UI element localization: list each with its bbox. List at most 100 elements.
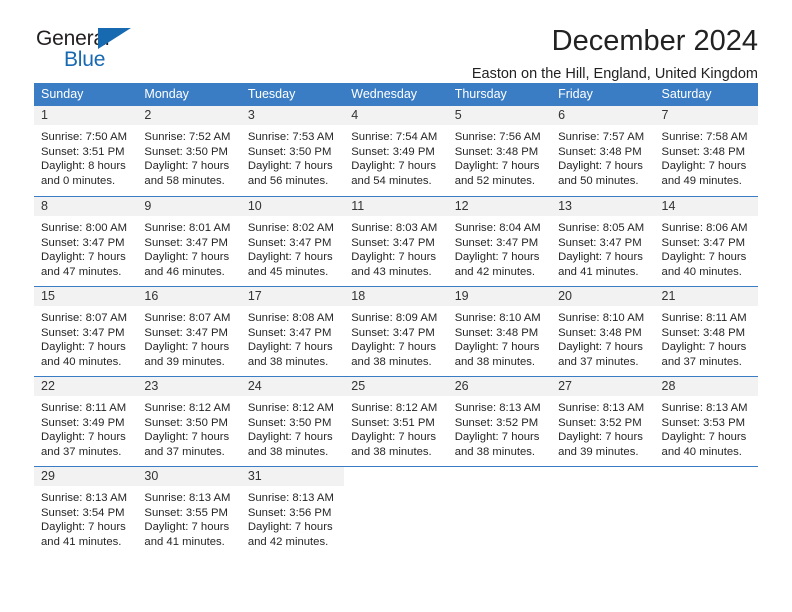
- day-cell[interactable]: 17 Sunrise: 8:08 AM Sunset: 3:47 PM Dayl…: [240, 287, 345, 376]
- sunrise-text: Sunrise: 7:58 AM: [661, 131, 748, 143]
- sunrise-text: Sunrise: 8:02 AM: [247, 222, 334, 234]
- daylight-text-line1: Daylight: 7 hours: [454, 160, 540, 173]
- day-cell[interactable]: 18 Sunrise: 8:09 AM Sunset: 3:47 PM Dayl…: [344, 287, 448, 376]
- sunset-text: Sunset: 3:48 PM: [661, 145, 746, 158]
- location-subtitle: Easton on the Hill, England, United King…: [471, 66, 758, 83]
- day-details: Sunrise: 8:12 AM Sunset: 3:50 PM Dayligh…: [137, 396, 240, 459]
- day-cell[interactable]: 13 Sunrise: 8:05 AM Sunset: 3:47 PM Dayl…: [551, 197, 655, 286]
- day-details: Sunrise: 8:13 AM Sunset: 3:52 PM Dayligh…: [551, 396, 654, 459]
- daylight-text-line1: Daylight: 7 hours: [351, 160, 437, 173]
- day-cell[interactable]: 22 Sunrise: 8:11 AM Sunset: 3:49 PM Dayl…: [34, 377, 138, 466]
- day-cell[interactable]: 23 Sunrise: 8:12 AM Sunset: 3:50 PM Dayl…: [137, 377, 241, 466]
- day-cell[interactable]: 1 Sunrise: 7:50 AM Sunset: 3:51 PM Dayli…: [34, 106, 138, 196]
- day-cell[interactable]: 28 Sunrise: 8:13 AM Sunset: 3:53 PM Dayl…: [654, 377, 758, 466]
- daylight-text-line1: Daylight: 7 hours: [558, 431, 643, 444]
- day-number: [655, 467, 758, 486]
- sunrise-text: Sunrise: 8:10 AM: [558, 312, 645, 324]
- sunrise-text: Sunrise: 8:10 AM: [454, 312, 541, 324]
- day-details: Sunrise: 8:03 AM Sunset: 3:47 PM Dayligh…: [344, 216, 447, 279]
- daylight-text-line2: and 37 minutes.: [144, 445, 225, 458]
- week-row: 15 Sunrise: 8:07 AM Sunset: 3:47 PM Dayl…: [34, 286, 758, 376]
- day-header-tuesday: Tuesday: [247, 87, 296, 101]
- day-cell[interactable]: 8 Sunrise: 8:00 AM Sunset: 3:47 PM Dayli…: [34, 197, 138, 286]
- daylight-text-line2: and 49 minutes.: [661, 174, 742, 187]
- day-number: [551, 467, 654, 486]
- sunset-text: Sunset: 3:55 PM: [144, 506, 228, 519]
- page-header: General Blue December 2024 Easton on the…: [34, 0, 758, 83]
- day-number: 3: [240, 106, 345, 125]
- day-number: 7: [654, 106, 758, 125]
- day-cell[interactable]: 10 Sunrise: 8:02 AM Sunset: 3:47 PM Dayl…: [240, 197, 345, 286]
- day-number: 28: [654, 377, 758, 396]
- daylight-text-line2: and 37 minutes.: [41, 445, 122, 458]
- sunset-text: Sunset: 3:53 PM: [661, 416, 746, 429]
- daylight-text-line1: Daylight: 7 hours: [661, 431, 747, 444]
- day-details: Sunrise: 7:53 AM Sunset: 3:50 PM Dayligh…: [241, 125, 344, 188]
- day-cell[interactable]: 11 Sunrise: 8:03 AM Sunset: 3:47 PM Dayl…: [344, 197, 448, 286]
- day-header-saturday: Saturday: [661, 87, 712, 101]
- day-cell[interactable]: 3 Sunrise: 7:53 AM Sunset: 3:50 PM Dayli…: [240, 106, 345, 196]
- day-cell[interactable]: 7 Sunrise: 7:58 AM Sunset: 3:48 PM Dayli…: [654, 106, 758, 196]
- sunrise-text: Sunrise: 8:11 AM: [41, 402, 127, 414]
- sunset-text: Sunset: 3:48 PM: [558, 326, 642, 339]
- day-cell[interactable]: 9 Sunrise: 8:01 AM Sunset: 3:47 PM Dayli…: [137, 197, 241, 286]
- day-number: 23: [137, 377, 241, 396]
- sunset-text: Sunset: 3:47 PM: [351, 326, 435, 339]
- day-details: Sunrise: 8:07 AM Sunset: 3:47 PM Dayligh…: [34, 306, 137, 369]
- day-cell-empty: [655, 467, 758, 556]
- day-details: Sunrise: 8:13 AM Sunset: 3:55 PM Dayligh…: [137, 486, 240, 549]
- day-cell[interactable]: 29 Sunrise: 8:13 AM Sunset: 3:54 PM Dayl…: [34, 467, 138, 556]
- sunrise-text: Sunrise: 8:13 AM: [247, 492, 334, 504]
- daylight-text-line2: and 38 minutes.: [351, 445, 432, 458]
- daylight-text-line2: and 38 minutes.: [351, 355, 432, 368]
- day-number: 13: [551, 197, 655, 216]
- sunset-text: Sunset: 3:54 PM: [41, 506, 125, 519]
- day-details: Sunrise: 7:56 AM Sunset: 3:48 PM Dayligh…: [448, 125, 551, 188]
- day-cell[interactable]: 5 Sunrise: 7:56 AM Sunset: 3:48 PM Dayli…: [447, 106, 552, 196]
- sunset-text: Sunset: 3:49 PM: [41, 416, 125, 429]
- sunrise-text: Sunrise: 8:13 AM: [41, 492, 128, 504]
- day-cell[interactable]: 19 Sunrise: 8:10 AM Sunset: 3:48 PM Dayl…: [447, 287, 552, 376]
- day-number: 22: [34, 377, 138, 396]
- sunset-text: Sunset: 3:51 PM: [351, 416, 435, 429]
- day-cell[interactable]: 14 Sunrise: 8:06 AM Sunset: 3:47 PM Dayl…: [654, 197, 758, 286]
- day-details: Sunrise: 8:05 AM Sunset: 3:47 PM Dayligh…: [551, 216, 654, 279]
- sunset-text: Sunset: 3:47 PM: [351, 236, 435, 249]
- day-cell[interactable]: 12 Sunrise: 8:04 AM Sunset: 3:47 PM Dayl…: [447, 197, 552, 286]
- week-row: 1 Sunrise: 7:50 AM Sunset: 3:51 PM Dayli…: [34, 106, 758, 196]
- daylight-text-line2: and 40 minutes.: [41, 355, 122, 368]
- daylight-text-line2: and 46 minutes.: [144, 265, 225, 278]
- day-cell[interactable]: 21 Sunrise: 8:11 AM Sunset: 3:48 PM Dayl…: [654, 287, 758, 376]
- sunrise-text: Sunrise: 7:57 AM: [558, 131, 645, 143]
- daylight-text-line2: and 52 minutes.: [454, 174, 536, 187]
- sunset-text: Sunset: 3:47 PM: [661, 236, 746, 249]
- day-cell[interactable]: 27 Sunrise: 8:13 AM Sunset: 3:52 PM Dayl…: [551, 377, 655, 466]
- daylight-text-line2: and 39 minutes.: [558, 445, 639, 458]
- day-cell[interactable]: 31 Sunrise: 8:13 AM Sunset: 3:56 PM Dayl…: [240, 467, 345, 556]
- day-cell[interactable]: 4 Sunrise: 7:54 AM Sunset: 3:49 PM Dayli…: [344, 106, 448, 196]
- day-cell[interactable]: 24 Sunrise: 8:12 AM Sunset: 3:50 PM Dayl…: [240, 377, 345, 466]
- day-cell[interactable]: 6 Sunrise: 7:57 AM Sunset: 3:48 PM Dayli…: [551, 106, 655, 196]
- day-details: Sunrise: 8:12 AM Sunset: 3:51 PM Dayligh…: [344, 396, 447, 459]
- day-cell-empty: [551, 467, 654, 556]
- day-cell[interactable]: 25 Sunrise: 8:12 AM Sunset: 3:51 PM Dayl…: [344, 377, 448, 466]
- sunrise-text: Sunrise: 8:13 AM: [558, 402, 645, 414]
- day-cell[interactable]: 15 Sunrise: 8:07 AM Sunset: 3:47 PM Dayl…: [34, 287, 138, 376]
- day-header-wednesday: Wednesday: [351, 87, 418, 101]
- day-cell[interactable]: 2 Sunrise: 7:52 AM Sunset: 3:50 PM Dayli…: [137, 106, 241, 196]
- sunset-text: Sunset: 3:47 PM: [247, 326, 332, 339]
- daylight-text-line1: Daylight: 7 hours: [247, 251, 333, 264]
- general-blue-logo: General Blue: [34, 26, 174, 78]
- daylight-text-line1: Daylight: 7 hours: [351, 341, 437, 354]
- day-cell[interactable]: 26 Sunrise: 8:13 AM Sunset: 3:52 PM Dayl…: [447, 377, 552, 466]
- day-details: Sunrise: 8:10 AM Sunset: 3:48 PM Dayligh…: [551, 306, 654, 369]
- day-number: 11: [344, 197, 448, 216]
- day-number: 21: [654, 287, 758, 306]
- daylight-text-line1: Daylight: 7 hours: [144, 521, 230, 534]
- day-cell[interactable]: 20 Sunrise: 8:10 AM Sunset: 3:48 PM Dayl…: [551, 287, 655, 376]
- day-cell[interactable]: 30 Sunrise: 8:13 AM Sunset: 3:55 PM Dayl…: [137, 467, 241, 556]
- day-cell[interactable]: 16 Sunrise: 8:07 AM Sunset: 3:47 PM Dayl…: [137, 287, 241, 376]
- sunrise-text: Sunrise: 8:12 AM: [351, 402, 438, 414]
- sunset-text: Sunset: 3:49 PM: [351, 145, 435, 158]
- daylight-text-line2: and 40 minutes.: [661, 265, 742, 278]
